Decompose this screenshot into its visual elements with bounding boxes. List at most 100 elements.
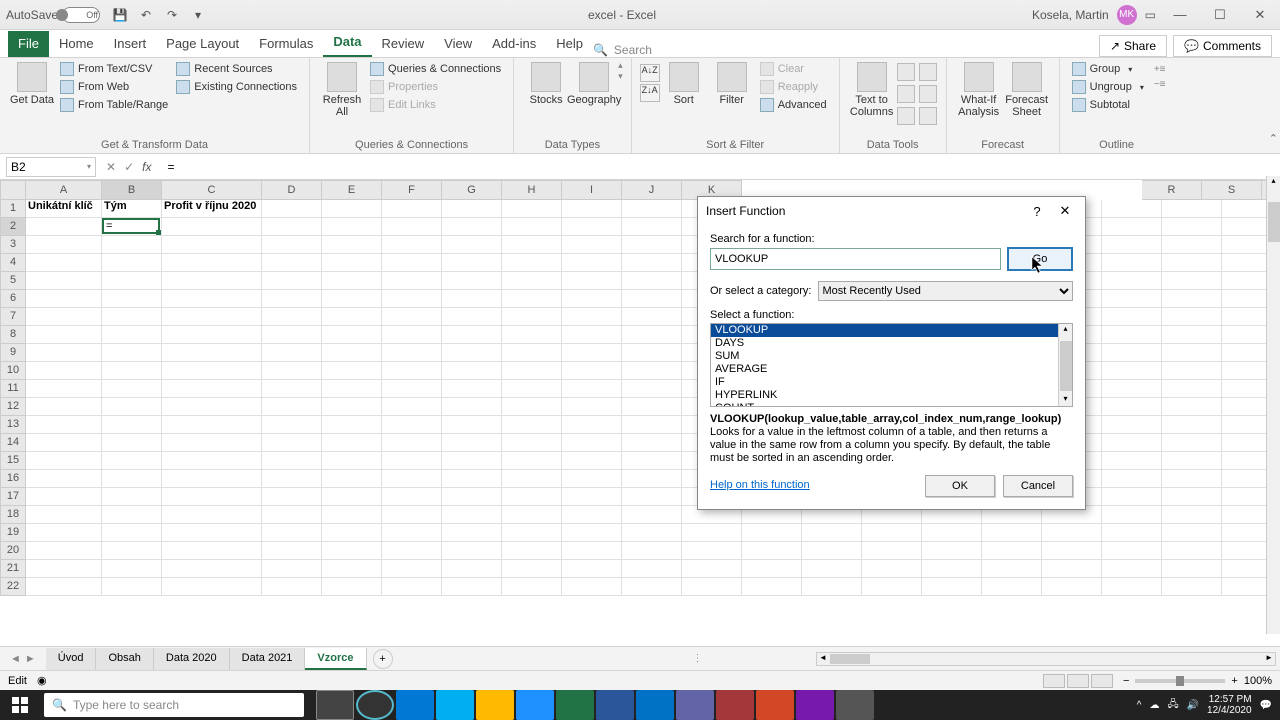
sort-desc-icon[interactable]: Z↓A <box>640 84 660 102</box>
tab-addins[interactable]: Add-ins <box>482 31 546 57</box>
advanced-button[interactable]: Advanced <box>760 98 827 112</box>
teams-icon[interactable] <box>676 690 714 720</box>
edge-icon[interactable] <box>396 690 434 720</box>
minimize-button[interactable]: — <box>1160 0 1200 30</box>
show-detail-icon[interactable]: +≡ <box>1154 64 1166 75</box>
worksheet-grid[interactable]: A B C DEF GHI JK RST 1234567891011121314… <box>0 180 1280 610</box>
from-table-range-button[interactable]: From Table/Range <box>60 98 168 112</box>
list-item[interactable]: DAYS <box>711 337 1072 350</box>
data-validation-icon[interactable] <box>897 85 915 103</box>
network-icon[interactable]: 🖧 <box>1167 697 1178 714</box>
tab-home[interactable]: Home <box>49 31 104 57</box>
consolidate-icon[interactable] <box>919 85 937 103</box>
tab-data[interactable]: Data <box>323 29 371 57</box>
excel-icon[interactable] <box>556 690 594 720</box>
sort-button[interactable]: Sort <box>660 60 708 106</box>
macro-record-icon[interactable]: ◉ <box>37 674 47 687</box>
subtotal-button[interactable]: Subtotal <box>1072 98 1144 112</box>
list-item[interactable]: COUNT <box>711 402 1072 407</box>
sheet-tab-obsah[interactable]: Obsah <box>96 648 153 670</box>
skype-icon[interactable] <box>436 690 474 720</box>
from-text-csv-button[interactable]: From Text/CSV <box>60 62 168 76</box>
list-item[interactable]: HYPERLINK <box>711 389 1072 402</box>
geography-button[interactable]: Geography <box>570 60 618 106</box>
zoom-out-icon[interactable]: − <box>1123 675 1129 687</box>
cells-area[interactable]: Unikátní klíčTýmProfit v říjnu 2020 <box>26 200 1280 596</box>
undo-icon[interactable]: ↶ <box>138 8 154 22</box>
zoom-level[interactable]: 100% <box>1244 675 1272 687</box>
autosave-pill[interactable]: Off <box>62 7 100 23</box>
hide-detail-icon[interactable]: −≡ <box>1154 79 1166 90</box>
function-list[interactable]: VLOOKUP DAYS SUM AVERAGE IF HYPERLINK CO… <box>710 323 1073 407</box>
snip-icon[interactable] <box>836 690 874 720</box>
enter-formula-icon[interactable]: ✓ <box>124 160 134 174</box>
tell-me-search[interactable]: 🔍Search <box>593 43 652 57</box>
collapse-ribbon-icon[interactable]: ⌃ <box>1269 132 1278 145</box>
sheet-nav[interactable]: ◄► <box>0 653 46 665</box>
remove-duplicates-icon[interactable] <box>919 63 937 81</box>
user-area[interactable]: Kosela, Martin MK ▭ <box>1032 5 1160 25</box>
sort-asc-icon[interactable]: A↓Z <box>640 64 660 82</box>
list-item[interactable]: VLOOKUP <box>711 324 1072 337</box>
column-headers[interactable]: A B C DEF GHI JK RST <box>26 180 1280 200</box>
ok-button[interactable]: OK <box>925 475 995 497</box>
tab-file[interactable]: File <box>8 31 49 57</box>
share-button[interactable]: ↗Share <box>1099 35 1167 57</box>
tab-page-layout[interactable]: Page Layout <box>156 31 249 57</box>
list-item[interactable]: SUM <box>711 350 1072 363</box>
dialog-close-button[interactable]: ✕ <box>1053 201 1077 221</box>
redo-icon[interactable]: ↷ <box>164 8 180 22</box>
filter-button[interactable]: Filter <box>708 60 756 106</box>
relationships-icon[interactable] <box>897 107 915 125</box>
vertical-scrollbar[interactable]: ▴ <box>1266 176 1280 634</box>
search-function-input[interactable] <box>710 248 1001 270</box>
tab-formulas[interactable]: Formulas <box>249 31 323 57</box>
volume-icon[interactable]: 🔊 <box>1187 700 1199 711</box>
system-tray[interactable]: ^ ☁ 🖧 🔊 12:57 PM12/4/2020 💬 <box>1137 694 1280 716</box>
avatar[interactable]: MK <box>1117 5 1137 25</box>
existing-connections-button[interactable]: Existing Connections <box>176 80 297 94</box>
autosave-toggle[interactable]: AutoSave Off <box>0 7 106 23</box>
tab-review[interactable]: Review <box>372 31 435 57</box>
sheet-tab-data2021[interactable]: Data 2021 <box>230 648 306 670</box>
category-select[interactable]: Most Recently Used <box>818 281 1074 301</box>
qat-more-icon[interactable]: ▾ <box>190 8 206 22</box>
help-link[interactable]: Help on this function <box>710 479 810 491</box>
zoom-control[interactable]: − + 100% <box>1123 675 1272 687</box>
tab-view[interactable]: View <box>434 31 482 57</box>
onedrive-icon[interactable]: ☁ <box>1149 700 1159 711</box>
comments-button[interactable]: 💬Comments <box>1173 35 1272 57</box>
view-buttons[interactable] <box>1043 674 1113 688</box>
outlook-icon[interactable] <box>636 690 674 720</box>
select-all-button[interactable] <box>0 180 26 200</box>
zoom-in-icon[interactable]: + <box>1231 675 1237 687</box>
group-button[interactable]: Group▾ <box>1072 62 1144 76</box>
save-icon[interactable]: 💾 <box>112 8 128 22</box>
start-button[interactable] <box>0 690 40 720</box>
forecast-sheet-button[interactable]: Forecast Sheet <box>1003 60 1051 118</box>
list-scrollbar[interactable]: ▴▾ <box>1058 324 1072 406</box>
access-icon[interactable] <box>716 690 754 720</box>
row-headers[interactable]: 12345678910111213141516171819202122 <box>0 200 26 596</box>
ungroup-button[interactable]: Ungroup▾ <box>1072 80 1144 94</box>
ribbon-options-icon[interactable]: ▭ <box>1145 8 1156 22</box>
maximize-button[interactable]: ☐ <box>1200 0 1240 30</box>
fx-icon[interactable]: fx <box>142 160 151 174</box>
sheet-tab-data2020[interactable]: Data 2020 <box>154 648 230 670</box>
file-explorer-icon[interactable] <box>476 690 514 720</box>
sheet-tab-vzorce[interactable]: Vzorce <box>305 648 366 670</box>
get-data-button[interactable]: Get Data <box>8 60 56 106</box>
notifications-icon[interactable]: 💬 <box>1260 700 1272 711</box>
cancel-formula-icon[interactable]: ✕ <box>106 160 116 174</box>
dialog-help-button[interactable]: ? <box>1025 201 1049 221</box>
tab-help[interactable]: Help <box>546 31 593 57</box>
onenote-icon[interactable] <box>796 690 834 720</box>
queries-connections-button[interactable]: Queries & Connections <box>370 62 501 76</box>
add-sheet-button[interactable]: + <box>373 649 393 669</box>
clock[interactable]: 12:57 PM12/4/2020 <box>1207 694 1252 716</box>
from-web-button[interactable]: From Web <box>60 80 168 94</box>
formula-input[interactable]: = <box>161 160 1280 174</box>
recent-sources-button[interactable]: Recent Sources <box>176 62 297 76</box>
list-item[interactable]: AVERAGE <box>711 363 1072 376</box>
word-icon[interactable] <box>596 690 634 720</box>
